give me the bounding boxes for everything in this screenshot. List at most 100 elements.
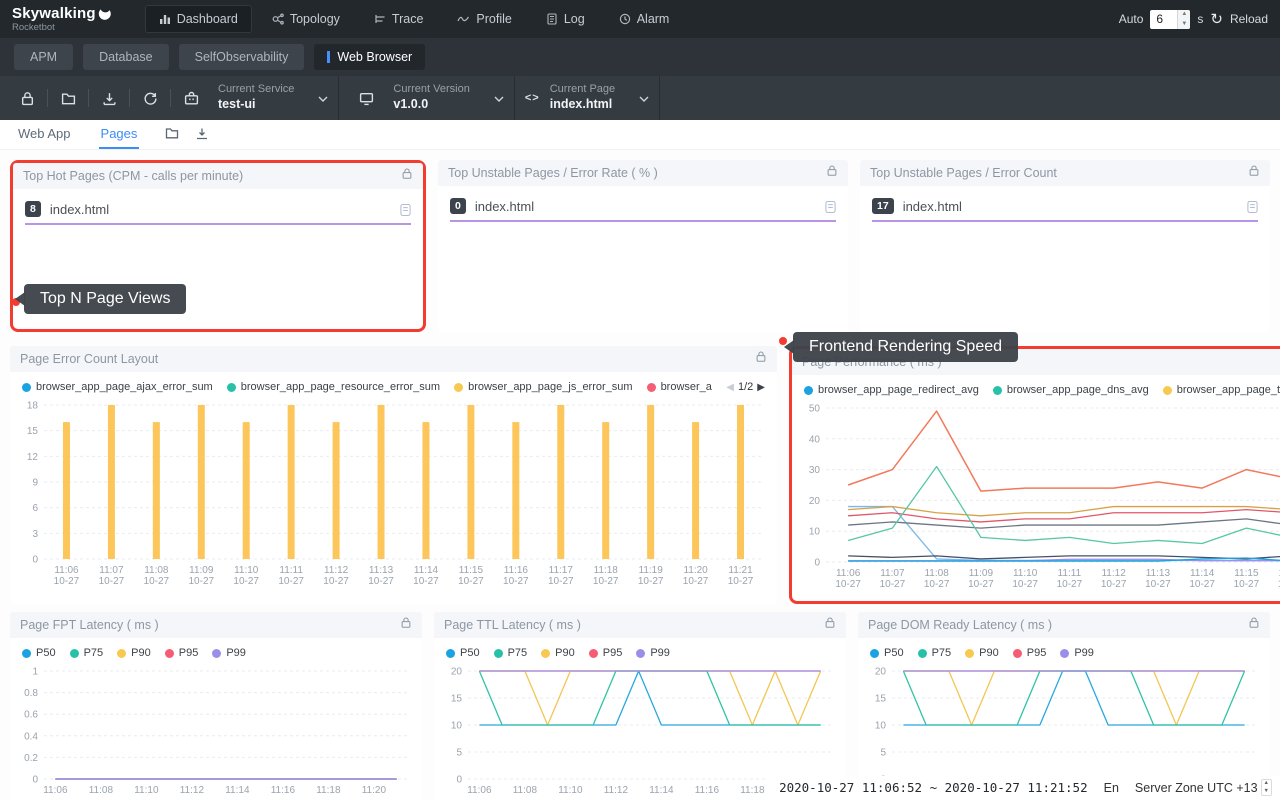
step-down-icon[interactable]: ▼ <box>1178 19 1190 29</box>
refresh-icon[interactable] <box>133 85 167 111</box>
top-list: 8index.html <box>13 189 423 225</box>
legend-dot <box>212 649 221 658</box>
reload-label[interactable]: Reload <box>1230 12 1268 26</box>
svg-text:0: 0 <box>32 555 38 566</box>
legend-item[interactable]: P90 <box>541 647 575 659</box>
step-up-icon[interactable]: ▲ <box>1178 10 1190 20</box>
top-list-item[interactable]: 0index.html <box>438 186 848 220</box>
list-underline <box>872 220 1258 222</box>
download-icon[interactable] <box>92 85 126 111</box>
topology-icon <box>272 13 284 25</box>
nav-item-trace[interactable]: Trace <box>360 5 438 33</box>
legend-item[interactable]: P75 <box>494 647 528 659</box>
legend-item[interactable]: P50 <box>22 647 56 659</box>
lock-icon[interactable] <box>10 85 44 111</box>
time-range[interactable]: 2020-10-27 11:06:52 ~ 2020-10-27 11:21:5… <box>779 780 1088 795</box>
nav-item-alarm[interactable]: Alarm <box>605 5 684 33</box>
legend-item[interactable]: browser_app_page_ajax_error_sum <box>22 381 213 393</box>
tab-pages[interactable]: Pages <box>99 120 140 149</box>
svg-text:11:10: 11:10 <box>134 785 159 796</box>
svg-text:10-27: 10-27 <box>880 579 906 590</box>
folder-icon[interactable] <box>165 127 179 140</box>
legend-item[interactable]: browser_app_page_redirect_avg <box>804 384 979 396</box>
legend-item[interactable]: P50 <box>446 647 480 659</box>
main-nav: Dashboard Topology Trace Profile Log Ala… <box>145 5 684 33</box>
zone-stepper[interactable]: ▲▼ <box>1261 779 1272 796</box>
value-badge: 0 <box>450 198 466 214</box>
lock-icon[interactable] <box>401 167 413 185</box>
category-selfobservability[interactable]: SelfObservability <box>179 44 305 70</box>
nav-item-profile[interactable]: Profile <box>443 5 525 33</box>
auto-interval-stepper[interactable]: ▲▼ <box>1177 10 1190 29</box>
pager-next-icon[interactable]: ▶ <box>757 382 765 393</box>
svg-text:10-27: 10-27 <box>683 576 709 587</box>
legend-dot <box>446 649 455 658</box>
svg-text:11:06: 11:06 <box>836 568 861 579</box>
card-page-error-count-layout: Page Error Count Layout browser_app_page… <box>10 346 777 604</box>
tab-web-app[interactable]: Web App <box>16 120 73 147</box>
svg-text:11:12: 11:12 <box>1101 568 1126 579</box>
category-web-browser[interactable]: Web Browser <box>314 44 425 70</box>
svg-text:10-27: 10-27 <box>188 576 214 587</box>
lock-icon[interactable] <box>1248 164 1260 182</box>
current-version-selector[interactable]: Current Version v1.0.0 <box>349 83 503 112</box>
legend-item[interactable]: P90 <box>117 647 151 659</box>
nav-item-topology[interactable]: Topology <box>258 5 354 33</box>
legend-item[interactable]: P99 <box>1060 647 1094 659</box>
legend-item[interactable]: browser_a <box>647 381 712 393</box>
trace-icon <box>374 13 386 25</box>
category-database[interactable]: Database <box>83 44 169 70</box>
step-up-icon[interactable]: ▲ <box>1262 780 1271 788</box>
nav-item-log[interactable]: Log <box>532 5 599 33</box>
legend-item[interactable]: browser_app_page_js_error_sum <box>454 381 632 393</box>
svg-text:11:16: 11:16 <box>504 565 529 576</box>
top-list-item[interactable]: 8index.html <box>13 189 423 223</box>
dashboard-icon <box>159 13 171 25</box>
reload-icon[interactable]: ↻ <box>1210 12 1223 27</box>
legend-item[interactable]: P95 <box>165 647 199 659</box>
svg-text:15: 15 <box>27 426 39 437</box>
download-icon[interactable] <box>195 127 209 140</box>
auto-interval-input[interactable]: 6 ▲▼ <box>1150 10 1190 29</box>
clipboard-icon[interactable] <box>825 200 836 213</box>
legend-item[interactable]: P90 <box>965 647 999 659</box>
legend-item[interactable]: P75 <box>918 647 952 659</box>
top-list-item[interactable]: 17index.html <box>860 186 1270 220</box>
svg-text:10-27: 10-27 <box>1012 579 1038 590</box>
svg-text:5: 5 <box>880 748 886 759</box>
bar-chart-page-error-count[interactable]: 036912151811:0610-2711:0710-2711:0810-27… <box>10 397 777 593</box>
legend-item[interactable]: browser_app_page_resource_error_sum <box>227 381 440 393</box>
logo[interactable]: Skywalking Rocketbot <box>12 6 111 33</box>
current-service-selector[interactable]: Current Service test-ui <box>174 83 328 112</box>
line-chart-page-performance[interactable]: 0102030405011:0610-2711:0710-2711:0810-2… <box>792 400 1280 596</box>
category-apm[interactable]: APM <box>14 44 73 70</box>
legend-label: browser_app_page_js_error_sum <box>468 381 632 393</box>
lock-icon[interactable] <box>1248 616 1260 634</box>
line-chart-fpt-latency[interactable]: 00.20.40.60.8111:0611:0811:1011:1211:141… <box>10 663 422 800</box>
chart-legend: P50 P75 P90 P95 P99 <box>858 638 1270 663</box>
legend-item[interactable]: P99 <box>636 647 670 659</box>
legend-item[interactable]: P50 <box>870 647 904 659</box>
clipboard-icon[interactable] <box>1247 200 1258 213</box>
clipboard-icon[interactable] <box>400 203 411 216</box>
svg-text:10-27: 10-27 <box>413 576 439 587</box>
legend-item[interactable]: P95 <box>589 647 623 659</box>
legend-item[interactable]: P95 <box>1013 647 1047 659</box>
card-dom-ready-latency: Page DOM Ready Latency ( ms ) P50P75P90P… <box>858 612 1270 800</box>
lock-icon[interactable] <box>400 616 412 634</box>
legend-item[interactable]: browser_app_page_dns_avg <box>993 384 1149 396</box>
current-page-selector[interactable]: <> Current Page index.html <box>525 83 649 112</box>
nav-item-dashboard[interactable]: Dashboard <box>145 5 252 33</box>
legend-item[interactable]: P99 <box>212 647 246 659</box>
card-header: Page TTL Latency ( ms ) <box>434 612 846 638</box>
lock-icon[interactable] <box>755 350 767 368</box>
legend-item[interactable]: P75 <box>70 647 104 659</box>
pager-prev-icon[interactable]: ◀ <box>726 382 734 393</box>
step-down-icon[interactable]: ▼ <box>1262 788 1271 796</box>
server-zone[interactable]: Server Zone UTC +13 ▲▼ <box>1135 779 1272 796</box>
lock-icon[interactable] <box>824 616 836 634</box>
lock-icon[interactable] <box>826 164 838 182</box>
language-toggle[interactable]: En <box>1104 781 1119 795</box>
legend-item[interactable]: browser_app_page_ttfb_avg <box>1163 384 1280 396</box>
folder-icon[interactable] <box>51 85 85 111</box>
